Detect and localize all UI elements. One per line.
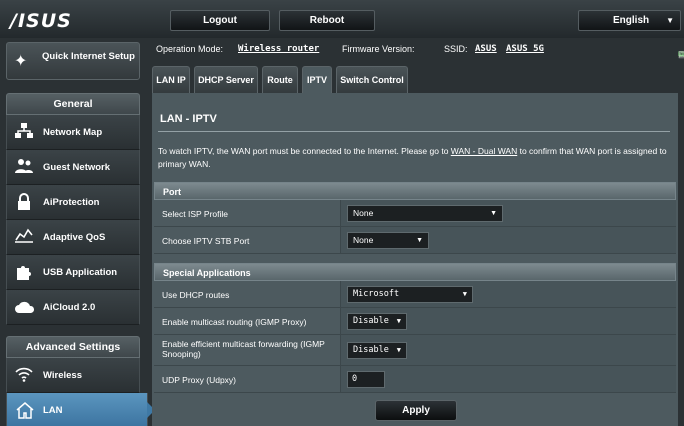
sidebar-item-label: USB Application [43, 267, 118, 278]
sidebar-item-aicloud[interactable]: AiCloud 2.0 [6, 290, 140, 325]
tab-route[interactable]: Route [262, 66, 298, 93]
network-map-icon [15, 123, 33, 144]
wan-dual-wan-link[interactable]: WAN - Dual WAN [451, 146, 517, 156]
sidebar-item-guest-network[interactable]: Guest Network [6, 150, 140, 185]
dropdown-arrow-icon: ▼ [416, 237, 423, 244]
desc-text: To watch IPTV, the WAN port must be conn… [158, 146, 451, 156]
igmp-proxy-select[interactable]: Disable ▼ [347, 313, 407, 330]
sidebar-item-label: Wireless [43, 370, 82, 381]
iptv-description: To watch IPTV, the WAN port must be conn… [158, 145, 668, 171]
port-section-title: Port [154, 182, 676, 200]
apply-button[interactable]: Apply [375, 400, 457, 421]
guest-network-icon [15, 158, 33, 179]
chevron-down-icon: ▼ [666, 16, 674, 25]
dropdown-arrow-icon: ▼ [490, 210, 497, 217]
qis-label: Quick Internet Setup [42, 51, 135, 62]
wifi-icon [15, 366, 33, 387]
udpxy-input[interactable]: 0 [347, 371, 385, 388]
lock-icon [15, 193, 33, 216]
status-bar: Operation Mode: Wireless router Firmware… [150, 38, 684, 68]
puzzle-icon [15, 263, 33, 286]
dhcp-routes-value: Microsoft [353, 289, 400, 299]
tab-switch-control[interactable]: Switch Control [336, 66, 408, 93]
isp-profile-select[interactable]: None ▼ [347, 205, 503, 222]
tab-iptv[interactable]: IPTV [302, 66, 332, 93]
dhcp-routes-select[interactable]: Microsoft ▼ [347, 286, 473, 303]
port-section: Port Select ISP Profile None ▼ Choose IPT… [154, 182, 676, 254]
top-bar: /ISUS Logout Reboot English ▼ [0, 0, 684, 38]
quick-internet-setup-button[interactable]: ✦ Quick Internet Setup [6, 42, 140, 80]
tab-dhcp-server[interactable]: DHCP Server [194, 66, 258, 93]
stb-port-select[interactable]: None ▼ [347, 232, 429, 249]
sidebar-item-label: Guest Network [43, 162, 111, 173]
igmp-snooping-row: Enable efficient multicast forwarding (I… [154, 335, 676, 366]
igmp-proxy-label: Enable multicast routing (IGMP Proxy) [162, 317, 307, 327]
logout-button[interactable]: Logout [170, 10, 270, 31]
ssid-link-5g[interactable]: ASUS_5G [506, 44, 544, 54]
igmp-proxy-row: Enable multicast routing (IGMP Proxy) Di… [154, 308, 676, 335]
printer-icon[interactable]: ▤ [678, 49, 684, 60]
isp-profile-value: None [353, 208, 374, 218]
stb-port-row: Choose IPTV STB Port None ▼ [154, 227, 676, 254]
stb-port-value: None [353, 235, 374, 245]
tab-lan-ip[interactable]: LAN IP [152, 66, 190, 93]
udpxy-row: UDP Proxy (Udpxy) 0 [154, 366, 676, 393]
dhcp-routes-row: Use DHCP routes Microsoft ▼ [154, 281, 676, 308]
sidebar-item-label: LAN [43, 405, 63, 416]
special-section-title: Special Applications [154, 263, 676, 281]
sidebar-item-label: AiProtection [43, 197, 100, 208]
stb-port-label: Choose IPTV STB Port [162, 236, 250, 246]
reboot-button[interactable]: Reboot [279, 10, 375, 31]
udpxy-label: UDP Proxy (Udpxy) [162, 375, 236, 385]
page-title: LAN - IPTV [160, 113, 217, 125]
dropdown-arrow-icon: ▼ [396, 346, 401, 354]
title-divider [158, 131, 670, 132]
isp-profile-label: Select ISP Profile [162, 209, 228, 219]
sidebar-item-label: AiCloud 2.0 [43, 302, 96, 313]
general-section-header: General [6, 93, 140, 115]
ssid-link-2g[interactable]: ASUS [475, 44, 497, 54]
op-mode-label: Operation Mode: [156, 44, 224, 54]
dropdown-arrow-icon: ▼ [462, 290, 467, 298]
sidebar-item-wireless[interactable]: Wireless [6, 358, 140, 393]
sidebar-item-network-map[interactable]: Network Map [6, 115, 140, 150]
special-applications-section: Special Applications Use DHCP routes Mic… [154, 263, 676, 393]
sidebar-item-usb-application[interactable]: USB Application [6, 255, 140, 290]
isp-profile-row: Select ISP Profile None ▼ [154, 200, 676, 227]
language-label: English [613, 15, 650, 26]
dhcp-routes-label: Use DHCP routes [162, 290, 230, 300]
cloud-icon [15, 298, 35, 319]
igmp-snooping-select[interactable]: Disable ▼ [347, 342, 407, 359]
wand-icon: ✦ [14, 53, 28, 70]
sidebar-item-lan[interactable]: LAN [6, 393, 155, 426]
main-panel: LAN - IPTV To watch IPTV, the WAN port m… [152, 93, 678, 426]
sidebar-item-adaptive-qos[interactable]: Adaptive QoS [6, 220, 140, 255]
igmp-snooping-label: Enable efficient multicast forwarding (I… [162, 339, 325, 359]
home-icon [15, 401, 35, 424]
firmware-label: Firmware Version: [342, 44, 415, 54]
ssid-label: SSID: [444, 44, 468, 54]
tab-bar: LAN IP DHCP Server Route IPTV Switch Con… [150, 66, 684, 93]
asus-logo: /ISUS [10, 10, 72, 32]
language-select[interactable]: English ▼ [578, 10, 681, 31]
sidebar-item-label: Network Map [43, 127, 103, 138]
sidebar-item-aiprotection[interactable]: AiProtection [6, 185, 140, 220]
qos-icon [15, 228, 33, 249]
sidebar-item-label: Adaptive QoS [43, 232, 106, 243]
op-mode-link[interactable]: Wireless router [238, 44, 319, 54]
advanced-section-header: Advanced Settings [6, 336, 140, 358]
dropdown-arrow-icon: ▼ [396, 317, 401, 325]
igmp-proxy-value: Disable [353, 316, 389, 326]
igmp-snooping-value: Disable [353, 345, 389, 355]
